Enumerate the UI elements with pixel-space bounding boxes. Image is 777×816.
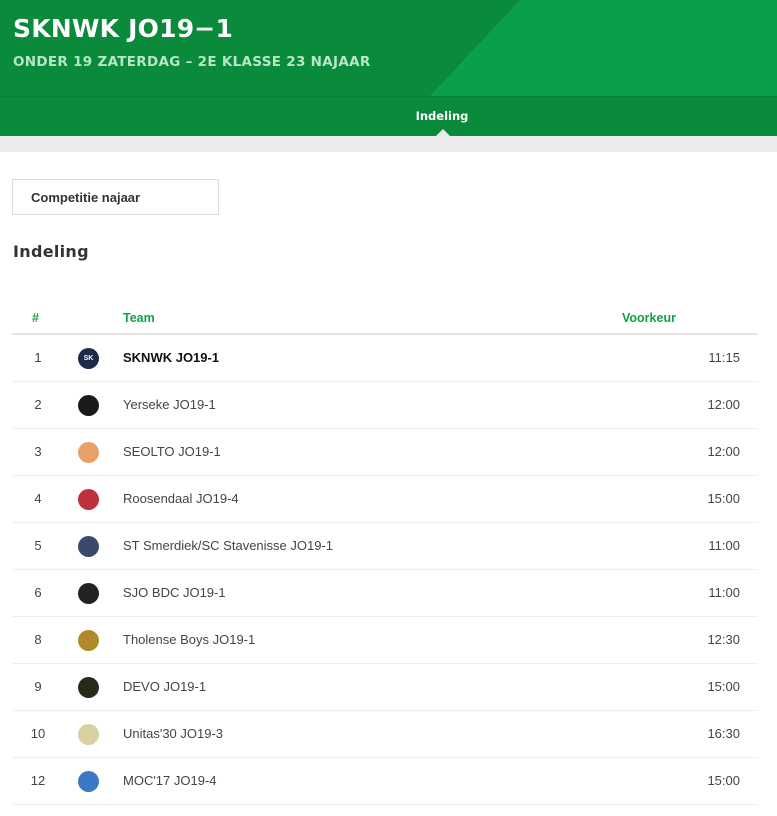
row-team-name[interactable]: Yerseke JO19-1 bbox=[123, 397, 216, 412]
standings-table: # Team Voorkeur 1 SK SKNWK JO19-1 11:15 … bbox=[12, 303, 758, 805]
table-row[interactable]: 1 SK SKNWK JO19-1 11:15 bbox=[12, 335, 758, 382]
divider-band bbox=[0, 136, 777, 152]
row-team-name[interactable]: MOC'17 JO19-4 bbox=[123, 773, 217, 788]
row-team-name[interactable]: SJO BDC JO19-1 bbox=[123, 585, 226, 600]
table-row[interactable]: 8 Tholense Boys JO19-1 12:30 bbox=[12, 617, 758, 664]
row-preference-time: 15:00 bbox=[707, 679, 740, 694]
row-position: 4 bbox=[34, 491, 42, 506]
table-row[interactable]: 2 Yerseke JO19-1 12:00 bbox=[12, 382, 758, 429]
row-position: 1 bbox=[34, 350, 42, 365]
competition-select[interactable]: Competitie najaar bbox=[12, 179, 219, 215]
row-team-name[interactable]: SEOLTO JO19-1 bbox=[123, 444, 221, 459]
row-preference-time: 12:00 bbox=[707, 444, 740, 459]
row-team-name[interactable]: DEVO JO19-1 bbox=[123, 679, 206, 694]
table-row[interactable]: 10 Unitas'30 JO19-3 16:30 bbox=[12, 711, 758, 758]
row-preference-time: 16:30 bbox=[707, 726, 740, 741]
tholense-logo-icon bbox=[78, 630, 99, 651]
table-header: # Team Voorkeur bbox=[12, 303, 758, 335]
table-row[interactable]: 9 DEVO JO19-1 15:00 bbox=[12, 664, 758, 711]
seolto-logo-icon bbox=[78, 442, 99, 463]
row-preference-time: 15:00 bbox=[707, 773, 740, 788]
row-position: 12 bbox=[30, 773, 46, 788]
row-position: 10 bbox=[30, 726, 46, 741]
row-team-name[interactable]: ST Smerdiek/SC Stavenisse JO19-1 bbox=[123, 538, 333, 553]
table-row[interactable]: 6 SJO BDC JO19-1 11:00 bbox=[12, 570, 758, 617]
row-team-name[interactable]: Unitas'30 JO19-3 bbox=[123, 726, 223, 741]
bdc-logo-icon bbox=[78, 583, 99, 604]
team-title: SKNWK JO19−1 bbox=[13, 14, 234, 43]
smerdiek-logo-icon bbox=[78, 536, 99, 557]
row-preference-time: 11:00 bbox=[708, 585, 740, 600]
row-preference-time: 15:00 bbox=[707, 491, 740, 506]
row-preference-time: 11:00 bbox=[708, 538, 740, 553]
row-preference-time: 11:15 bbox=[708, 350, 740, 365]
table-row[interactable]: 4 Roosendaal JO19-4 15:00 bbox=[12, 476, 758, 523]
competition-subtitle: ONDER 19 ZATERDAG – 2E KLASSE 23 NAJAAR bbox=[13, 54, 371, 70]
devo-logo-icon bbox=[78, 677, 99, 698]
yerseke-logo-icon bbox=[78, 395, 99, 416]
table-body: 1 SK SKNWK JO19-1 11:15 2 Yerseke JO19-1… bbox=[12, 335, 758, 805]
column-header-position: # bbox=[32, 311, 39, 325]
roosendaal-logo-icon bbox=[78, 489, 99, 510]
table-row[interactable]: 5 ST Smerdiek/SC Stavenisse JO19-1 11:00 bbox=[12, 523, 758, 570]
page-header: SKNWK JO19−1 ONDER 19 ZATERDAG – 2E KLAS… bbox=[0, 0, 777, 96]
row-position: 9 bbox=[34, 679, 42, 694]
unitas-logo-icon bbox=[78, 724, 99, 745]
row-position: 8 bbox=[34, 632, 42, 647]
table-row[interactable]: 12 MOC'17 JO19-4 15:00 bbox=[12, 758, 758, 805]
row-team-name[interactable]: SKNWK JO19-1 bbox=[123, 350, 219, 365]
tab-bar: Indeling bbox=[0, 96, 777, 136]
table-row[interactable]: 3 SEOLTO JO19-1 12:00 bbox=[12, 429, 758, 476]
row-team-name[interactable]: Roosendaal JO19-4 bbox=[123, 491, 239, 506]
header-diagonal-decoration bbox=[430, 0, 777, 96]
sknwk-logo-icon: SK bbox=[78, 348, 99, 369]
section-title: Indeling bbox=[13, 242, 89, 261]
row-team-name[interactable]: Tholense Boys JO19-1 bbox=[123, 632, 255, 647]
row-preference-time: 12:30 bbox=[707, 632, 740, 647]
column-header-team: Team bbox=[123, 311, 155, 325]
row-preference-time: 12:00 bbox=[707, 397, 740, 412]
moc-logo-icon bbox=[78, 771, 99, 792]
active-tab-caret-icon bbox=[436, 129, 450, 136]
column-header-preference: Voorkeur bbox=[622, 311, 676, 325]
row-position: 6 bbox=[34, 585, 42, 600]
row-position: 2 bbox=[34, 397, 42, 412]
row-position: 3 bbox=[34, 444, 42, 459]
row-position: 5 bbox=[34, 538, 42, 553]
